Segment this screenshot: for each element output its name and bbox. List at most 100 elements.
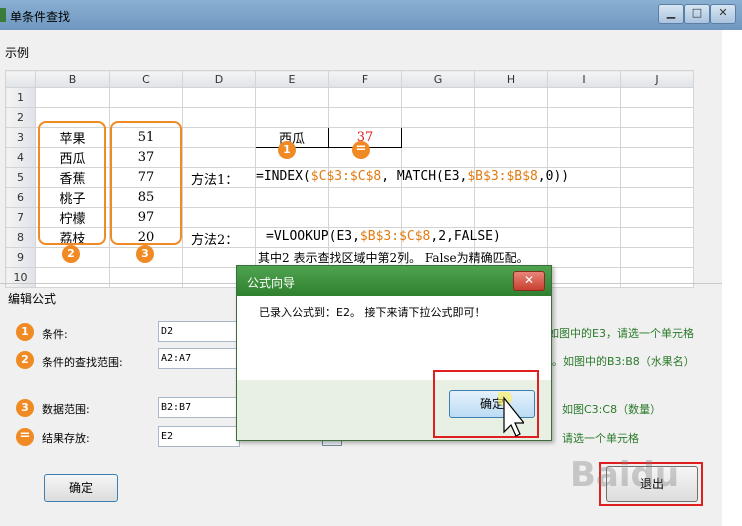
cell[interactable] [547,167,621,188]
col-header[interactable]: I [547,70,621,88]
cell[interactable] [182,87,256,108]
minimize-button[interactable]: ▁ [658,4,684,24]
hint-condition: 如图中的E3，请选一个单元格 [548,327,694,340]
row-header[interactable]: 2 [5,107,36,128]
result-input[interactable]: E2 [158,426,240,447]
data-range-label: 数据范围: [42,403,90,416]
row-header[interactable]: 3 [5,127,36,148]
fruit-range-highlight [38,121,106,245]
maximize-button[interactable]: □ [684,4,710,24]
cell[interactable] [474,207,548,228]
cell[interactable] [620,147,694,168]
cell[interactable] [620,87,694,108]
row-header[interactable]: 7 [5,207,36,228]
cell[interactable] [401,187,475,208]
result-label: 结果存放: [42,432,90,445]
cell[interactable] [401,127,475,148]
cell[interactable] [255,207,329,228]
data-range-input[interactable]: B2:B7 [158,397,240,418]
col-header[interactable]: F [328,70,402,88]
range-input[interactable]: A2:A7 [158,348,240,369]
cell[interactable] [474,167,548,188]
cell[interactable] [328,227,402,248]
hint-data-range: 如图C3:C8（数量） [562,403,662,416]
cell[interactable] [620,187,694,208]
cell[interactable] [401,87,475,108]
cell[interactable] [255,187,329,208]
range-label: 条件的查找范围: [42,356,123,369]
cell[interactable] [474,147,548,168]
row-header[interactable]: 5 [5,167,36,188]
cell[interactable] [620,107,694,128]
col-header[interactable]: B [35,70,110,88]
cell[interactable] [182,107,256,128]
cell[interactable] [620,207,694,228]
cell-d8[interactable]: 方法2： [182,227,256,248]
hint-range: 。如图中的B3:B8（水果名） [552,355,695,368]
cell[interactable] [182,147,256,168]
close-button[interactable]: ✕ [710,4,736,24]
badge-1: 1 [278,141,296,159]
condition-input[interactable]: D2 [158,321,240,342]
cell[interactable] [547,227,621,248]
cell-e5[interactable]: =INDEX($C$3:$C$8, MATCH(E3,$B$3:$B$8,0)) [255,167,569,188]
cell[interactable] [620,167,694,188]
cell[interactable] [328,187,402,208]
cell[interactable] [182,127,256,148]
cell[interactable] [547,87,621,108]
cell[interactable] [547,187,621,208]
row-header[interactable]: 6 [5,187,36,208]
cell[interactable] [328,207,402,228]
cell[interactable] [401,107,475,128]
badge-3: 3 [16,399,34,417]
row-header[interactable]: 1 [5,87,36,108]
spreadsheet-grid: B C D E F G H I J 1 2 3 苹果 51 西瓜 37 4 西瓜… [5,70,694,288]
cell[interactable] [109,87,183,108]
badge-3: 3 [136,245,154,263]
cell[interactable] [474,107,548,128]
dialog-close-button[interactable]: ✕ [513,271,545,291]
cell[interactable] [401,147,475,168]
col-header[interactable]: E [255,70,329,88]
cell[interactable] [547,147,621,168]
cell[interactable] [182,207,256,228]
col-header[interactable]: J [620,70,694,88]
cell[interactable] [474,127,548,148]
cell[interactable] [620,227,694,248]
cell[interactable] [328,87,402,108]
cell-e8[interactable]: =VLOOKUP(E3,$B$3:$C$8,2,FALSE) [255,227,501,248]
cell[interactable] [474,187,548,208]
cell[interactable] [401,207,475,228]
badge-2: 2 [16,351,34,369]
row-header[interactable]: 4 [5,147,36,168]
grid-corner [5,70,36,88]
row-header[interactable]: 9 [5,247,36,268]
badge-equals: = [352,141,370,159]
cell[interactable] [328,107,402,128]
cell[interactable] [255,107,329,128]
cell[interactable] [182,187,256,208]
window-title: 单条件查找 [10,10,71,24]
cell[interactable] [547,107,621,128]
cell[interactable] [547,127,621,148]
cell[interactable] [474,87,548,108]
cell[interactable] [547,247,621,268]
cell[interactable] [328,167,402,188]
col-header[interactable]: C [109,70,183,88]
col-header[interactable]: G [401,70,475,88]
col-header[interactable]: H [474,70,548,88]
watermark-logo: Baidu [570,455,680,495]
formula-part: =INDEX( [256,169,311,184]
cell[interactable] [620,247,694,268]
ok-button[interactable]: 确定 [44,474,118,502]
col-header[interactable]: D [182,70,256,88]
cell[interactable] [474,227,548,248]
cell-d5[interactable]: 方法1： [182,167,256,188]
row-header[interactable]: 8 [5,227,36,248]
cell[interactable] [401,227,475,248]
cell[interactable] [35,87,110,108]
cell[interactable] [547,207,621,228]
cell[interactable] [620,127,694,148]
cell[interactable] [255,87,329,108]
cell[interactable] [401,167,475,188]
